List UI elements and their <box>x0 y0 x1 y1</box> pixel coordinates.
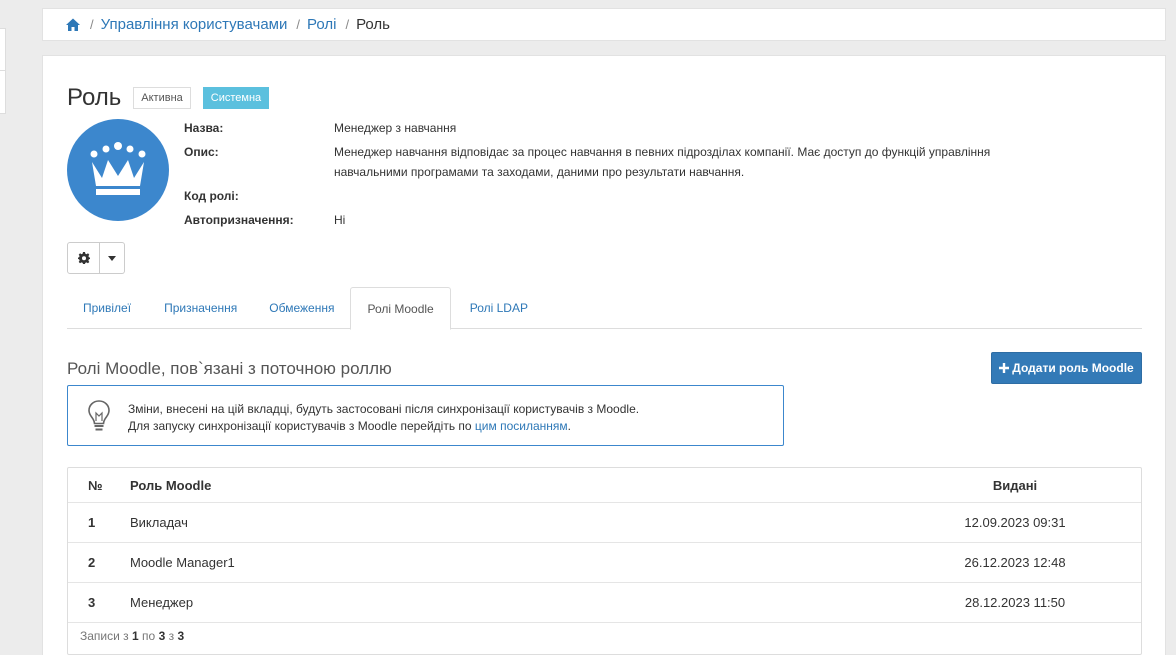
crown-icon <box>90 142 146 195</box>
breadcrumb-link-roles[interactable]: Ролі <box>307 16 336 33</box>
lightbulb-icon <box>88 400 110 431</box>
tab-privileges[interactable]: Привілеї <box>67 287 147 329</box>
type-badge: Системна <box>202 87 270 109</box>
info-row-code: Код ролі: <box>184 189 239 203</box>
info-row-autoassign: Автопризначення: Ні <box>184 213 346 227</box>
tab-bar: Привілеї Призначення Обмеження Ролі Mood… <box>67 287 1142 330</box>
add-moodle-role-button[interactable]: Додати роль Moodle <box>991 352 1142 384</box>
avatar <box>67 119 169 221</box>
info-alert: Зміни, внесені на цій вкладці, будуть за… <box>67 385 784 446</box>
breadcrumb-link-users[interactable]: Управління користувачами <box>101 16 288 33</box>
column-header-num[interactable]: № <box>68 478 130 493</box>
dropdown-toggle-button[interactable] <box>100 242 125 274</box>
info-row-description: Опис: Менеджер навчання відповідає за пр… <box>184 145 991 179</box>
table-footer-info: Записи з 1 по 3 з 3 <box>80 629 185 643</box>
info-row-name: Назва: Менеджер з навчання <box>184 121 457 135</box>
moodle-roles-table: № Роль Moodle Видані 1 Викладач 12.09.20… <box>67 467 1142 655</box>
sync-link[interactable]: цим посиланням <box>475 419 568 433</box>
settings-button[interactable] <box>67 242 100 274</box>
breadcrumb: / Управління користувачами / Ролі / Роль <box>42 8 1166 41</box>
tab-ldap-roles[interactable]: Ролі LDAP <box>451 287 544 329</box>
page-title: Роль <box>67 84 122 111</box>
tab-restrictions[interactable]: Обмеження <box>253 287 350 329</box>
actions-button-group <box>67 242 125 274</box>
tab-moodle-roles[interactable]: Ролі Moodle <box>350 287 451 330</box>
breadcrumb-current: Роль <box>356 16 390 33</box>
table-row[interactable]: 1 Викладач 12.09.2023 09:31 <box>68 503 1141 543</box>
left-sidebar-strip <box>0 28 6 114</box>
main-panel: Роль Активна Системна Назва: Менеджер з … <box>42 55 1166 655</box>
table-row[interactable]: 3 Менеджер 28.12.2023 11:50 <box>68 583 1141 623</box>
caret-down-icon <box>108 255 116 261</box>
column-header-role[interactable]: Роль Moodle <box>130 478 890 493</box>
alert-text: Зміни, внесені на цій вкладці, будуть за… <box>128 402 640 433</box>
section-title: Ролі Moodle, пов`язані з поточною роллю <box>67 359 392 378</box>
column-header-issued[interactable]: Видані <box>890 478 1140 493</box>
table-header: № Роль Moodle Видані <box>68 468 1141 503</box>
tab-assignments[interactable]: Призначення <box>148 287 253 329</box>
role-info: Назва: Менеджер з навчання Опис: Менедже… <box>184 120 1064 236</box>
add-moodle-role-label: Додати роль Moodle <box>1012 361 1134 375</box>
home-icon[interactable] <box>65 17 81 33</box>
table-row[interactable]: 2 Moodle Manager1 26.12.2023 12:48 <box>68 543 1141 583</box>
title-row: Роль Активна Системна <box>67 84 270 112</box>
gear-icon <box>77 252 90 264</box>
status-badge: Активна <box>133 87 191 109</box>
plus-icon <box>999 363 1010 373</box>
